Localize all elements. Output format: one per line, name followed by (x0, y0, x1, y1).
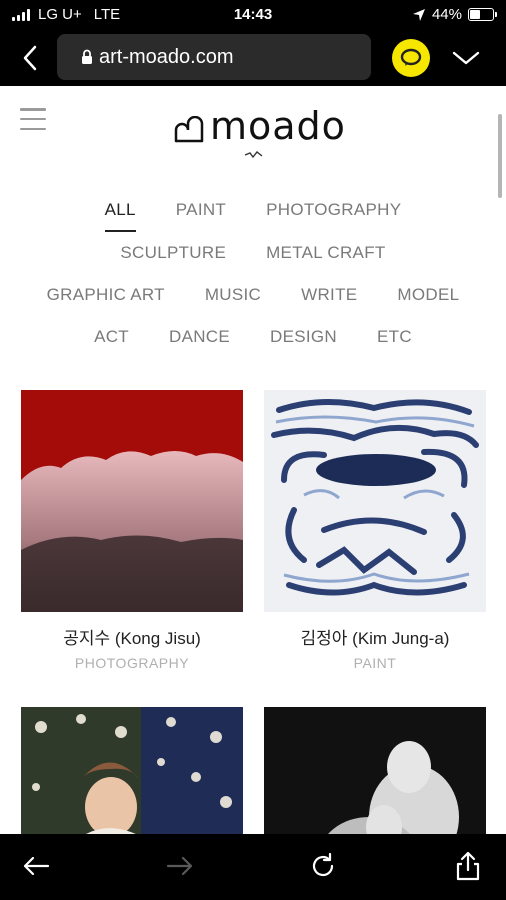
page-scrollbar[interactable] (498, 114, 502, 198)
photo-cherry-blossom-forest (21, 390, 243, 612)
kakaotalk-chat-icon (400, 48, 422, 66)
category-all[interactable]: ALL (85, 200, 156, 232)
category-sculpture[interactable]: SCULPTURE (100, 243, 246, 263)
battery-fill (470, 10, 480, 19)
artwork-image[interactable] (264, 390, 486, 612)
logo-squiggle-mark (244, 151, 263, 159)
category-dance[interactable]: DANCE (149, 327, 250, 347)
hamburger-menu-icon[interactable] (20, 108, 46, 130)
category-row: GRAPHIC ART MUSIC WRITE MODEL (0, 285, 506, 305)
battery-percent: 44% (431, 6, 462, 23)
category-design[interactable]: DESIGN (250, 327, 357, 347)
chevron-down-icon (452, 51, 480, 65)
artwork-card[interactable] (264, 707, 486, 834)
reload-icon (312, 852, 334, 877)
kakaotalk-chat-button[interactable] (392, 39, 430, 77)
location-arrow-icon (412, 8, 425, 21)
browser-menu-button[interactable] (448, 42, 484, 74)
category-act[interactable]: ACT (74, 327, 149, 347)
artwork-card[interactable]: 공지수 (Kong Jisu) PHOTOGRAPHY (21, 390, 243, 671)
share-icon (456, 851, 480, 881)
category-music[interactable]: MUSIC (185, 285, 281, 305)
artwork-card[interactable] (21, 707, 243, 834)
painting-woman-in-garden (21, 707, 243, 834)
category-write[interactable]: WRITE (281, 285, 377, 305)
url-text: art-moado.com (99, 45, 234, 68)
category-etc[interactable]: ETC (357, 327, 432, 347)
url-bar[interactable]: art-moado.com (57, 34, 371, 80)
logo-text: moado (210, 104, 346, 148)
toolbar-forward-button[interactable] (160, 848, 200, 884)
category-photography[interactable]: PHOTOGRAPHY (246, 200, 421, 220)
artwork-card[interactable]: 김정아 (Kim Jung-a) PAINT (264, 390, 486, 671)
artist-name[interactable]: 공지수 (Kong Jisu) (21, 624, 243, 649)
forward-arrow-icon (166, 856, 193, 876)
logo-cloud-mark (174, 116, 204, 143)
battery-icon (468, 8, 497, 21)
artwork-category: PHOTOGRAPHY (74, 655, 190, 671)
site-logo[interactable]: moado (170, 104, 345, 164)
artwork-image[interactable] (264, 707, 486, 834)
artwork-image[interactable] (21, 707, 243, 834)
artwork-image[interactable] (21, 390, 243, 612)
sculpture-white-figures (264, 707, 486, 834)
artwork-category: PAINT (353, 655, 397, 671)
status-bar: LG U+ LTE 14:43 44% (0, 0, 506, 30)
lock-icon (82, 49, 92, 64)
web-page: moado ALL PAINT PHOTOGRAPHY SCULPTURE ME… (0, 86, 506, 834)
status-right: 44% (412, 6, 497, 23)
toolbar-share-button[interactable] (448, 848, 488, 884)
category-row: ALL PAINT PHOTOGRAPHY (0, 200, 506, 232)
browser-top-bar: art-moado.com (0, 30, 506, 86)
category-graphic-art[interactable]: GRAPHIC ART (27, 285, 185, 305)
category-row: SCULPTURE METAL CRAFT (0, 243, 506, 263)
toolbar-reload-button[interactable] (303, 848, 343, 884)
back-chevron-icon (23, 45, 37, 71)
category-model[interactable]: MODEL (377, 285, 479, 305)
category-row: ACT DANCE DESIGN ETC (0, 327, 506, 347)
category-metal-craft[interactable]: METAL CRAFT (246, 243, 405, 263)
back-arrow-icon (23, 856, 50, 876)
painting-blue-abstract (264, 390, 486, 612)
toolbar-back-button[interactable] (16, 848, 56, 884)
browser-back-button[interactable] (12, 42, 48, 74)
artist-name[interactable]: 김정아 (Kim Jung-a) (264, 624, 486, 649)
browser-bottom-toolbar (0, 834, 506, 900)
category-paint[interactable]: PAINT (156, 200, 246, 220)
